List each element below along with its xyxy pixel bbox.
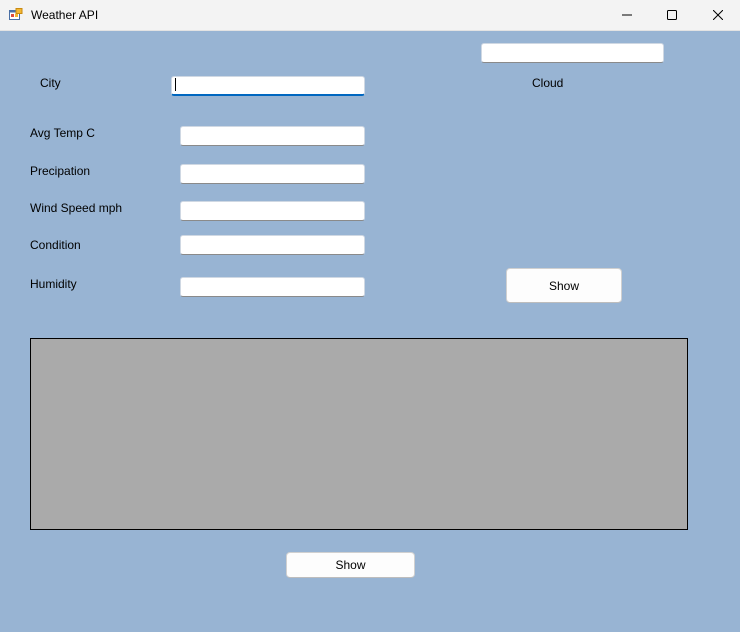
cloud-field[interactable] — [481, 43, 664, 63]
cloud-label: Cloud — [532, 76, 564, 90]
minimize-icon — [622, 9, 632, 23]
condition-label: Condition — [30, 238, 81, 252]
close-icon — [712, 9, 724, 23]
title-bar: Weather API — [0, 0, 740, 31]
humidity-field[interactable] — [180, 277, 365, 297]
precipitation-label: Precipation — [30, 164, 91, 178]
city-field[interactable] — [171, 76, 365, 96]
show-button-top[interactable]: Show — [506, 268, 622, 303]
avg-temp-label: Avg Temp C — [30, 126, 95, 140]
show-button-bottom[interactable]: Show — [286, 552, 415, 578]
form-client-area: City Cloud Avg Temp C Precipation Wind S… — [0, 31, 740, 632]
maximize-icon — [667, 9, 677, 23]
wind-speed-label: Wind Speed mph — [30, 201, 123, 215]
avg-temp-field[interactable] — [180, 126, 365, 146]
text-caret — [175, 78, 176, 91]
city-label: City — [40, 76, 61, 90]
maximize-button[interactable] — [649, 0, 695, 31]
minimize-button[interactable] — [604, 0, 650, 31]
wind-speed-field[interactable] — [180, 201, 365, 221]
condition-field[interactable] — [180, 235, 365, 255]
humidity-label: Humidity — [30, 277, 77, 291]
close-button[interactable] — [695, 0, 740, 31]
output-panel — [30, 338, 688, 530]
app-icon — [9, 8, 23, 22]
precipitation-field[interactable] — [180, 164, 365, 184]
window-title: Weather API — [31, 8, 99, 22]
